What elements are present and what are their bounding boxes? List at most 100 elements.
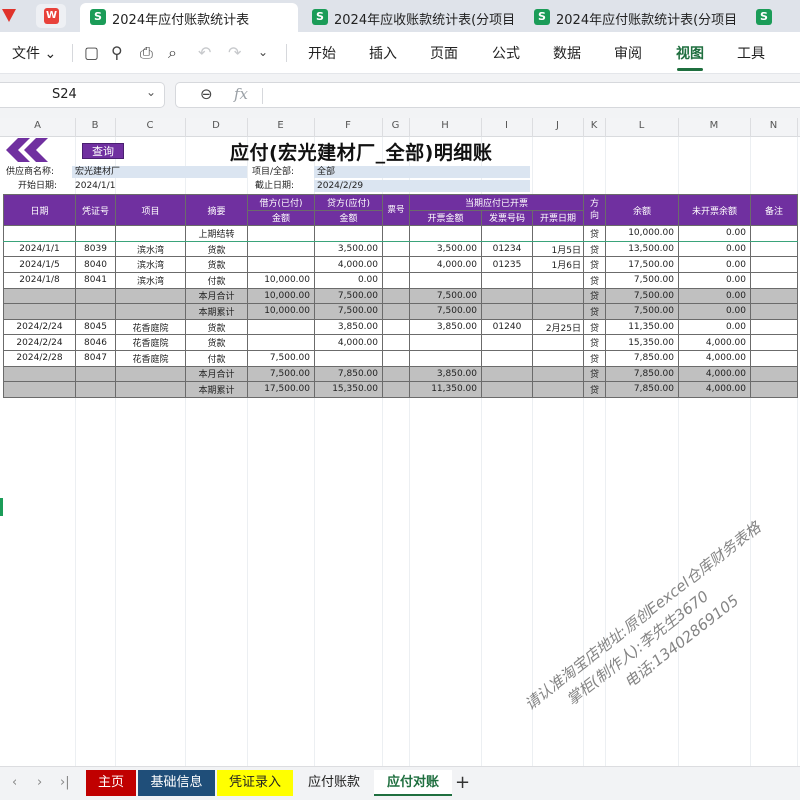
col-header-e[interactable]: E [247, 120, 314, 131]
cell-inv-date[interactable] [532, 349, 584, 367]
print-icon[interactable]: ⎙ [140, 43, 153, 63]
cell-inv-date[interactable]: 1月5日 [532, 240, 584, 258]
cell-balance[interactable]: 13,500.00 [605, 240, 679, 258]
cell-balance[interactable]: 17,500.00 [605, 256, 679, 273]
cell-inv-no[interactable] [481, 225, 533, 242]
cell-summary[interactable]: 本月合计 [185, 365, 248, 383]
cell-remark[interactable] [750, 225, 798, 242]
cell-uninvoiced[interactable]: 4,000.00 [678, 381, 751, 398]
function-icon[interactable]: fx [234, 85, 248, 103]
cell-remark[interactable] [750, 365, 798, 383]
menu-tab-formula[interactable]: 公式 [492, 43, 520, 63]
sheet-tab-payables-reconciliation[interactable]: 应付对账 [374, 770, 452, 796]
cell-date[interactable] [3, 225, 76, 242]
format-painter-icon[interactable]: ⚲ [111, 43, 123, 62]
cell-remark[interactable] [750, 318, 798, 336]
cell-project[interactable]: 滨水湾 [115, 240, 186, 258]
cell-project[interactable]: 花香庭院 [115, 334, 186, 351]
cell-credit[interactable] [314, 349, 383, 367]
cell-inv-amount[interactable] [409, 349, 482, 367]
cell-inv-no[interactable]: 01235 [481, 256, 533, 273]
name-box[interactable]: S24 ⌄ [0, 82, 165, 108]
cell-dir[interactable]: 贷 [583, 381, 606, 398]
cell-summary[interactable]: 付款 [185, 349, 248, 367]
cell-debit[interactable] [247, 256, 315, 273]
cell-uninvoiced[interactable]: 4,000.00 [678, 349, 751, 367]
cell-inv-no[interactable] [481, 271, 533, 289]
cell-dir[interactable]: 贷 [583, 349, 606, 367]
cell-debit[interactable] [247, 240, 315, 258]
menu-tab-page[interactable]: 页面 [430, 43, 458, 63]
cell-inv-amount[interactable]: 3,850.00 [409, 365, 482, 383]
cell-project[interactable]: 滨水湾 [115, 256, 186, 273]
cell-summary[interactable]: 货款 [185, 334, 248, 351]
cell-ticket[interactable] [382, 365, 410, 383]
cell-inv-amount[interactable]: 7,500.00 [409, 287, 482, 305]
cell-remark[interactable] [750, 334, 798, 351]
add-sheet-icon[interactable]: + [455, 772, 470, 793]
cell-inv-no[interactable]: 01234 [481, 240, 533, 258]
cell-project[interactable] [115, 287, 186, 305]
query-button[interactable]: 查询 [82, 143, 124, 159]
save-icon[interactable]: ▢ [84, 43, 99, 62]
cell-remark[interactable] [750, 381, 798, 398]
cell-date[interactable] [3, 287, 76, 305]
cell-voucher[interactable]: 8047 [75, 349, 116, 367]
cell-remark[interactable] [750, 256, 798, 273]
cell-credit[interactable]: 3,500.00 [314, 240, 383, 258]
sheet-tab-voucher-entry[interactable]: 凭证录入 [217, 770, 293, 796]
file-menu[interactable]: 文件 ⌄ [0, 43, 56, 63]
cell-credit[interactable]: 0.00 [314, 271, 383, 289]
cell-remark[interactable] [750, 287, 798, 305]
col-header-a[interactable]: A [0, 120, 75, 131]
cell-remark[interactable] [750, 240, 798, 258]
cell-date[interactable] [3, 381, 76, 398]
cell-summary[interactable]: 上期结转 [185, 225, 248, 242]
tab-accounts-receivable-by-project[interactable]: S 2024年应收账款统计表(分项目 [302, 3, 520, 32]
cell-dir[interactable]: 贷 [583, 334, 606, 351]
worksheet-grid[interactable]: A B C D E F G H I J K L M N 查询 应付(宏光建材厂_… [0, 118, 800, 766]
cell-inv-amount[interactable] [409, 334, 482, 351]
cell-voucher[interactable] [75, 303, 116, 320]
cell-uninvoiced[interactable]: 0.00 [678, 256, 751, 273]
cell-balance[interactable]: 7,500.00 [605, 287, 679, 305]
cell-voucher[interactable] [75, 287, 116, 305]
cell-date[interactable]: 2024/1/5 [3, 256, 76, 273]
col-header-l[interactable]: L [605, 120, 678, 131]
col-header-h[interactable]: H [409, 120, 481, 131]
cell-credit[interactable]: 15,350.00 [314, 381, 383, 398]
cell-remark[interactable] [750, 349, 798, 367]
col-header-c[interactable]: C [115, 120, 185, 131]
cell-debit[interactable] [247, 334, 315, 351]
cell-credit[interactable]: 7,500.00 [314, 303, 383, 320]
cell-dir[interactable]: 贷 [583, 271, 606, 289]
cell-summary[interactable]: 货款 [185, 240, 248, 258]
cell-ticket[interactable] [382, 225, 410, 242]
cell-ticket[interactable] [382, 334, 410, 351]
cell-date[interactable] [3, 365, 76, 383]
cell-project[interactable] [115, 225, 186, 242]
cell-dir[interactable]: 贷 [583, 240, 606, 258]
col-header-g[interactable]: G [382, 120, 409, 131]
supplier-value[interactable]: 宏光建材厂 [72, 166, 247, 178]
cell-inv-amount[interactable]: 4,000.00 [409, 256, 482, 273]
cell-summary[interactable]: 货款 [185, 256, 248, 273]
cell-dir[interactable]: 贷 [583, 225, 606, 242]
cell-project[interactable]: 花香庭院 [115, 349, 186, 367]
cell-dir[interactable]: 贷 [583, 318, 606, 336]
undo-icon[interactable]: ↶ [198, 43, 211, 62]
col-header-n[interactable]: N [750, 120, 797, 131]
cell-dir[interactable]: 贷 [583, 303, 606, 320]
redo-icon[interactable]: ↷ [228, 43, 241, 62]
cell-inv-date[interactable] [532, 381, 584, 398]
col-header-f[interactable]: F [314, 120, 382, 131]
cell-date[interactable]: 2024/2/24 [3, 318, 76, 336]
cell-inv-amount[interactable]: 3,500.00 [409, 240, 482, 258]
cell-dir[interactable]: 贷 [583, 256, 606, 273]
cell-debit[interactable]: 7,500.00 [247, 365, 315, 383]
cell-inv-date[interactable] [532, 225, 584, 242]
col-header-j[interactable]: J [532, 120, 583, 131]
tab-accounts-payable-by-project[interactable]: S 2024年应付账款统计表(分项目 [524, 3, 742, 32]
cell-date[interactable]: 2024/2/24 [3, 334, 76, 351]
cell-uninvoiced[interactable]: 0.00 [678, 271, 751, 289]
